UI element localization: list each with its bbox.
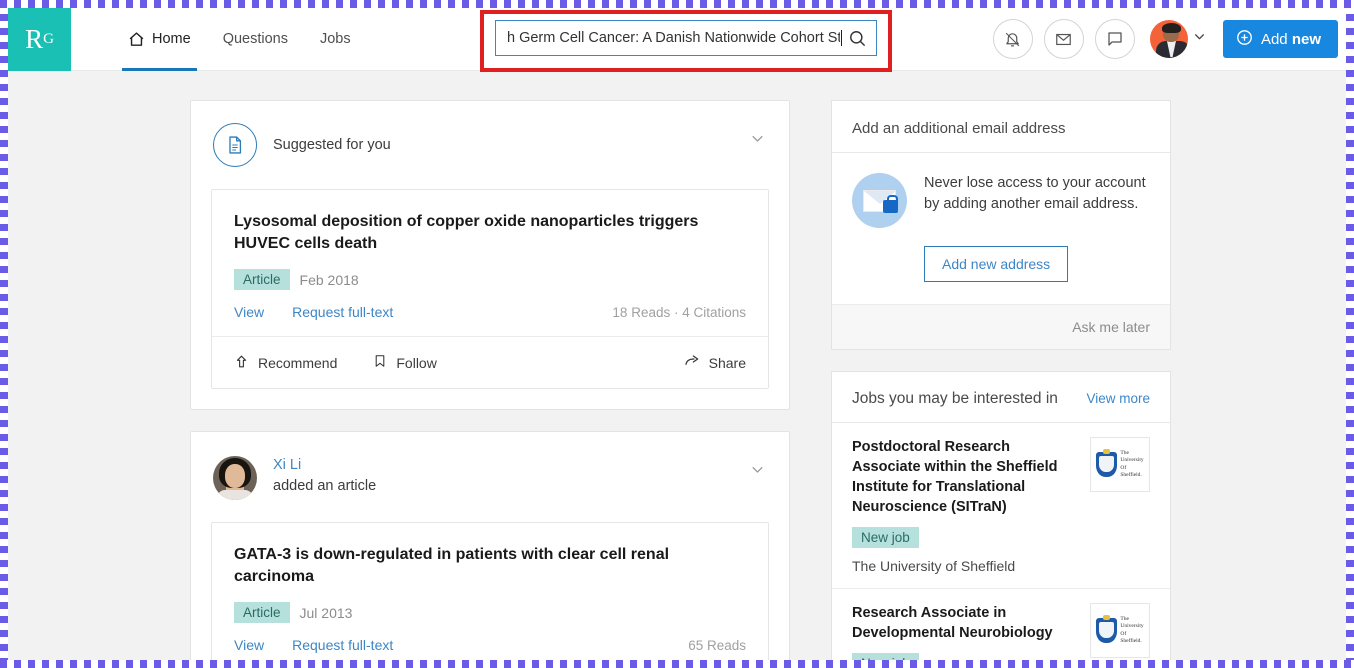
nav-item-questions[interactable]: Questions xyxy=(207,8,304,71)
researchgate-logo[interactable]: RG xyxy=(8,8,71,71)
request-full-text-link[interactable]: Request full-text xyxy=(292,304,393,320)
top-header: RG Home Questions Jobs h Germ Cell Cance… xyxy=(8,8,1346,72)
share-arrow-icon xyxy=(684,353,700,372)
nav-item-jobs-label: Jobs xyxy=(319,31,351,47)
job-title[interactable]: Research Associate in Developmental Neur… xyxy=(852,603,1078,643)
avatar[interactable] xyxy=(1149,20,1188,58)
add-new-address-button[interactable]: Add new address xyxy=(924,246,1069,282)
search-icon[interactable] xyxy=(848,29,867,48)
suggested-for-you-card: Suggested for you Lysosomal deposition o… xyxy=(190,100,790,411)
job-list-item[interactable]: Research Associate in Developmental Neur… xyxy=(832,589,1170,660)
share-button[interactable]: Share xyxy=(684,353,746,372)
post-header: Xi Li added an article xyxy=(191,432,789,501)
suggested-header: Suggested for you xyxy=(191,101,789,167)
logo-letter: R xyxy=(25,23,44,54)
screenshot-frame: RG Home Questions Jobs h Germ Cell Cance… xyxy=(0,0,1354,668)
notification-bell-icon[interactable] xyxy=(992,19,1033,59)
post-user-name[interactable]: Xi Li xyxy=(273,457,376,473)
publication-links: View Request full-text 18 Reads · 4 Cita… xyxy=(212,290,768,338)
follow-label: Follow xyxy=(396,354,437,371)
publication-date: Feb 2018 xyxy=(299,271,359,288)
researchgate-page: RG Home Questions Jobs h Germ Cell Cance… xyxy=(8,8,1346,660)
feed-column: Suggested for you Lysosomal deposition o… xyxy=(190,100,790,660)
search-highlight-box: h Germ Cell Cancer: A Danish Nationwide … xyxy=(480,10,892,72)
jobs-view-more-link[interactable]: View more xyxy=(1086,391,1150,406)
publication-stats: 65 Reads xyxy=(688,637,746,653)
bookmark-icon xyxy=(373,354,387,371)
home-icon xyxy=(128,31,145,48)
follow-button[interactable]: Follow xyxy=(373,354,437,371)
publication-meta: Article Feb 2018 xyxy=(212,254,768,291)
view-link[interactable]: View xyxy=(234,637,264,653)
mail-lock-icon xyxy=(852,173,907,228)
page-content: Suggested for you Lysosomal deposition o… xyxy=(8,71,1346,660)
publication-title[interactable]: GATA-3 is down-regulated in patients wit… xyxy=(212,523,768,587)
chevron-down-icon[interactable] xyxy=(750,131,765,151)
university-logo-text: The University Of Sheffield. xyxy=(1120,615,1144,644)
add-new-button[interactable]: Add new xyxy=(1222,20,1338,58)
publication-links: View Request full-text 65 Reads xyxy=(212,623,768,660)
nav-item-home-label: Home xyxy=(152,31,191,47)
header-tools: Add new xyxy=(992,19,1346,59)
publication-stats: 18 Reads · 4 Citations xyxy=(612,304,746,320)
nav-item-home[interactable]: Home xyxy=(112,8,207,71)
document-icon xyxy=(213,123,257,167)
recommend-button[interactable]: Recommend xyxy=(234,354,337,372)
add-new-label: Add new xyxy=(1260,30,1321,48)
view-link[interactable]: View xyxy=(234,304,264,320)
job-details: Postdoctoral Research Associate within t… xyxy=(852,437,1090,574)
profile-menu[interactable] xyxy=(1149,20,1206,58)
job-status-badge: New job xyxy=(852,527,919,548)
add-email-card: Add an additional email address Never lo… xyxy=(831,100,1171,350)
university-logo: The University Of Sheffield. xyxy=(1090,603,1150,658)
publication-item: Lysosomal deposition of copper oxide nan… xyxy=(211,189,769,390)
publication-type-badge: Article xyxy=(234,269,290,291)
post-meta: Xi Li added an article xyxy=(273,456,376,494)
add-email-description: Never lose access to your account by add… xyxy=(924,175,1146,213)
text-cursor xyxy=(841,30,842,46)
jobs-card-header: Jobs you may be interested in View more xyxy=(832,372,1170,423)
publication-item: GATA-3 is down-regulated in patients wit… xyxy=(211,522,769,660)
main-nav: Home Questions Jobs xyxy=(112,8,367,71)
university-logo: The University Of Sheffield. xyxy=(1090,437,1150,492)
plus-circle-icon xyxy=(1236,29,1253,50)
chevron-down-icon[interactable] xyxy=(750,462,765,482)
publication-type-badge: Article xyxy=(234,602,290,624)
chevron-down-icon[interactable] xyxy=(1193,30,1206,48)
publication-title[interactable]: Lysosomal deposition of copper oxide nan… xyxy=(212,190,768,254)
user-avatar[interactable] xyxy=(213,456,257,501)
job-title[interactable]: Postdoctoral Research Associate within t… xyxy=(852,437,1078,517)
nav-item-questions-label: Questions xyxy=(222,31,288,47)
job-list-item[interactable]: Postdoctoral Research Associate within t… xyxy=(832,423,1170,589)
messages-bubble-icon[interactable] xyxy=(1094,19,1135,59)
logo-superscript: G xyxy=(43,30,54,47)
shield-crest-icon xyxy=(1096,449,1118,477)
search-input[interactable]: h Germ Cell Cancer: A Danish Nationwide … xyxy=(507,20,840,56)
mail-envelope-icon[interactable] xyxy=(1043,19,1084,59)
ask-me-later-button[interactable]: Ask me later xyxy=(832,304,1170,349)
jobs-card: Jobs you may be interested in View more … xyxy=(831,371,1171,660)
feed-post-card: Xi Li added an article GATA-3 is down-re… xyxy=(190,431,790,660)
nav-item-jobs[interactable]: Jobs xyxy=(304,8,367,71)
publication-meta: Article Jul 2013 xyxy=(212,587,768,624)
suggested-header-label: Suggested for you xyxy=(273,137,391,153)
add-email-body: Never lose access to your account by add… xyxy=(832,153,1170,228)
publication-actions: Recommend Follow Share xyxy=(212,337,768,388)
request-full-text-link[interactable]: Request full-text xyxy=(292,637,393,653)
publication-date: Jul 2013 xyxy=(299,604,353,621)
search-box[interactable]: h Germ Cell Cancer: A Danish Nationwide … xyxy=(495,20,877,56)
recommend-label: Recommend xyxy=(258,354,338,371)
right-rail: Add an additional email address Never lo… xyxy=(831,100,1171,660)
arrow-up-icon xyxy=(234,354,249,372)
shield-crest-icon xyxy=(1096,615,1118,643)
jobs-card-title: Jobs you may be interested in xyxy=(852,390,1058,407)
job-details: Research Associate in Developmental Neur… xyxy=(852,603,1090,660)
job-status-badge: New job xyxy=(852,653,919,660)
post-action-text: added an article xyxy=(273,478,377,495)
university-logo-text: The University Of Sheffield. xyxy=(1120,449,1144,478)
add-email-card-title: Add an additional email address xyxy=(832,101,1170,153)
job-organization: The University of Sheffield xyxy=(852,558,1016,574)
share-label: Share xyxy=(708,354,746,371)
